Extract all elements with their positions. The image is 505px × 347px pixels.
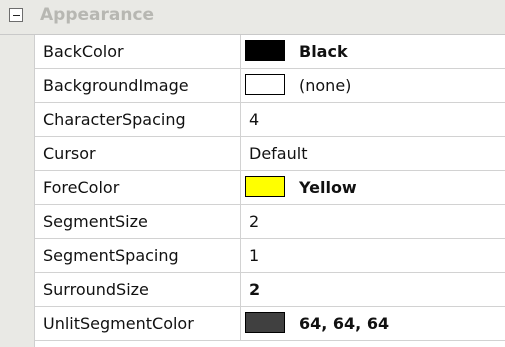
property-rows: BackColor Black BackgroundImage (none) C… xyxy=(35,35,505,347)
property-value-cell[interactable]: 2 xyxy=(241,273,505,306)
property-value: (none) xyxy=(299,76,352,95)
property-row-segmentsize[interactable]: SegmentSize 2 xyxy=(35,205,505,239)
color-swatch xyxy=(245,40,285,61)
property-value: 2 xyxy=(249,280,261,299)
property-value-cell[interactable]: Yellow xyxy=(241,171,505,204)
property-name: SurroundSize xyxy=(35,273,241,306)
property-row-unlitsegmentcolor[interactable]: UnlitSegmentColor 64, 64, 64 xyxy=(35,307,505,341)
property-value-cell[interactable]: 64, 64, 64 xyxy=(241,307,505,340)
property-value-cell[interactable]: 2 xyxy=(241,205,505,238)
property-value-cell[interactable]: Black xyxy=(241,35,505,68)
property-row-segmentspacing[interactable]: SegmentSpacing 1 xyxy=(35,239,505,273)
property-value-cell[interactable]: (none) xyxy=(241,69,505,102)
property-value: 4 xyxy=(249,110,260,129)
property-value: Black xyxy=(299,42,348,61)
property-row-surroundsize[interactable]: SurroundSize 2 xyxy=(35,273,505,307)
property-row-forecolor[interactable]: ForeColor Yellow xyxy=(35,171,505,205)
property-row-characterspacing[interactable]: CharacterSpacing 4 xyxy=(35,103,505,137)
property-name: Cursor xyxy=(35,137,241,170)
category-label: Appearance xyxy=(40,5,155,25)
property-name: SegmentSpacing xyxy=(35,239,241,272)
collapse-icon[interactable] xyxy=(9,8,23,22)
property-row-cursor[interactable]: Cursor Default xyxy=(35,137,505,171)
property-value: 64, 64, 64 xyxy=(299,314,390,333)
property-name: BackgroundImage xyxy=(35,69,241,102)
property-grid: Appearance BackColor Black BackgroundIma… xyxy=(0,0,505,347)
property-name: UnlitSegmentColor xyxy=(35,307,241,340)
property-value-cell[interactable]: Default xyxy=(241,137,505,170)
property-row-backcolor[interactable]: BackColor Black xyxy=(35,35,505,69)
property-value: 1 xyxy=(249,246,260,265)
property-value: Yellow xyxy=(299,178,357,197)
property-row-backgroundimage[interactable]: BackgroundImage (none) xyxy=(35,69,505,103)
image-swatch xyxy=(245,74,285,95)
property-value-cell[interactable]: 4 xyxy=(241,103,505,136)
category-appearance[interactable]: Appearance xyxy=(0,0,505,35)
color-swatch xyxy=(245,176,285,197)
property-value-cell[interactable]: 1 xyxy=(241,239,505,272)
property-name: CharacterSpacing xyxy=(35,103,241,136)
property-name: SegmentSize xyxy=(35,205,241,238)
color-swatch xyxy=(245,312,285,333)
property-value: Default xyxy=(249,144,308,163)
property-name: BackColor xyxy=(35,35,241,68)
left-gutter xyxy=(0,35,35,347)
property-value: 2 xyxy=(249,212,260,231)
property-name: ForeColor xyxy=(35,171,241,204)
